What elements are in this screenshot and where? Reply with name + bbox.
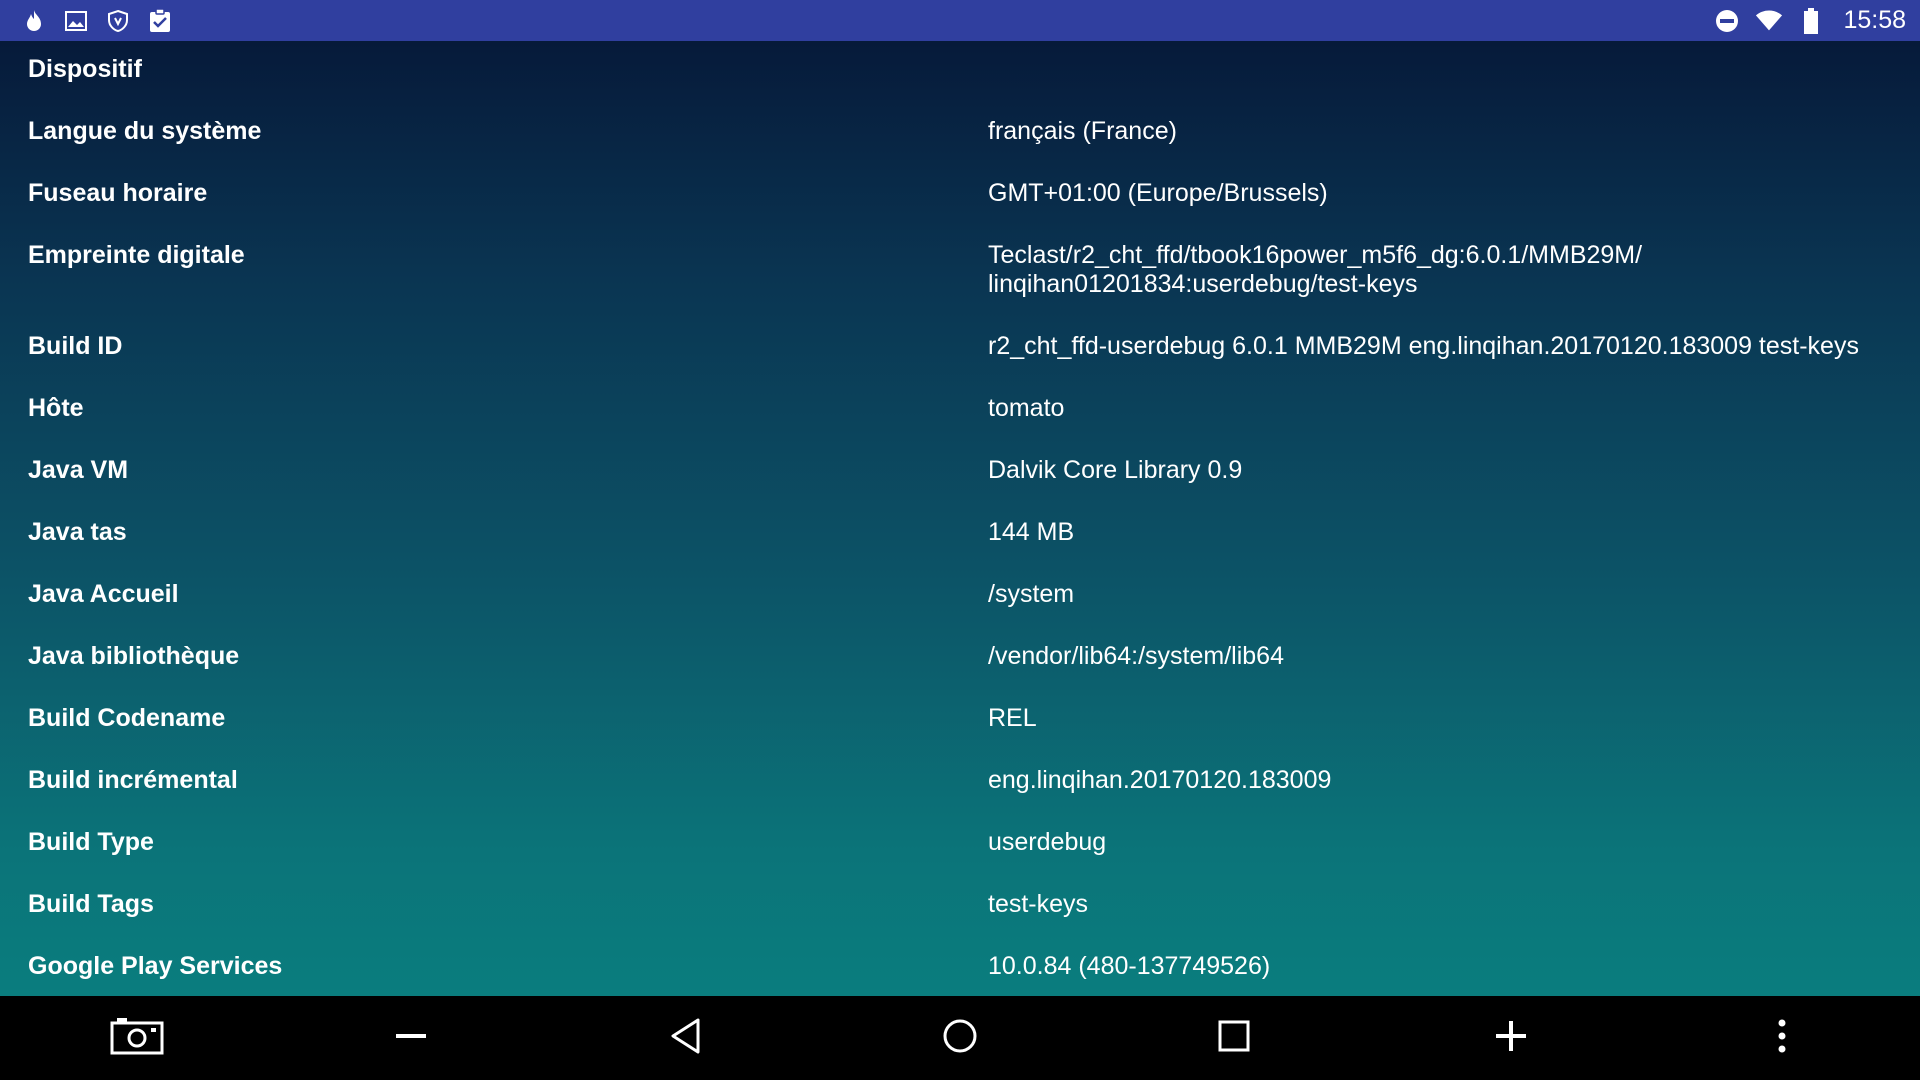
info-label: Java VM bbox=[28, 456, 129, 484]
info-label: Build incrémental bbox=[28, 766, 238, 794]
info-label: Hôte bbox=[28, 394, 84, 422]
info-value: Teclast/r2_cht_ffd/tbook16power_m5f6_dg:… bbox=[988, 241, 1643, 298]
more-vertical-icon bbox=[1776, 1018, 1788, 1059]
info-value: GMT+01:00 (Europe/Brussels) bbox=[988, 179, 1328, 207]
section-title: Dispositif bbox=[28, 55, 142, 83]
info-label: Java Accueil bbox=[28, 580, 179, 608]
clipboard-check-icon bbox=[146, 7, 174, 35]
info-value: r2_cht_ffd-userdebug 6.0.1 MMB29M eng.li… bbox=[988, 332, 1859, 360]
info-label: Build Tags bbox=[28, 890, 154, 918]
info-value: test-keys bbox=[988, 890, 1089, 918]
info-label: Build Type bbox=[28, 828, 154, 856]
recents-button[interactable] bbox=[1189, 996, 1279, 1080]
info-label: Langue du système bbox=[28, 117, 262, 145]
info-value: Dalvik Core Library 0.9 bbox=[988, 456, 1243, 484]
battery-icon bbox=[1797, 7, 1825, 35]
info-value: /vendor/lib64:/system/lib64 bbox=[988, 642, 1284, 670]
info-value: userdebug bbox=[988, 828, 1107, 856]
volume-down-button[interactable] bbox=[366, 996, 456, 1080]
info-label: Google Play Services bbox=[28, 952, 283, 980]
status-bar: 15:58 bbox=[0, 0, 1920, 41]
more-options-button[interactable] bbox=[1737, 996, 1827, 1080]
volume-up-icon bbox=[1494, 1019, 1528, 1058]
info-value: tomato bbox=[988, 394, 1065, 422]
shield-icon bbox=[104, 7, 132, 35]
home-button[interactable] bbox=[915, 996, 1005, 1080]
system-indicators: 15:58 bbox=[1713, 6, 1906, 35]
info-value: 10.0.84 (480-137749526) bbox=[988, 952, 1271, 980]
status-clock: 15:58 bbox=[1843, 6, 1906, 34]
volume-up-button[interactable] bbox=[1466, 996, 1556, 1080]
navigation-bar bbox=[0, 996, 1920, 1080]
back-button[interactable] bbox=[641, 996, 731, 1080]
screenshot-button[interactable] bbox=[92, 996, 182, 1080]
info-label: Build Codename bbox=[28, 704, 226, 732]
info-label: Java bibliothèque bbox=[28, 642, 240, 670]
flame-icon bbox=[20, 7, 48, 35]
info-label: Empreinte digitale bbox=[28, 241, 245, 269]
notification-icons bbox=[20, 7, 174, 35]
recents-icon bbox=[1217, 1019, 1251, 1058]
info-value: eng.linqihan.20170120.183009 bbox=[988, 766, 1332, 794]
info-value: français (France) bbox=[988, 117, 1177, 145]
info-value: REL bbox=[988, 704, 1037, 732]
info-label: Fuseau horaire bbox=[28, 179, 208, 207]
volume-down-icon bbox=[394, 1019, 428, 1058]
info-value: /system bbox=[988, 580, 1075, 608]
wifi-icon bbox=[1755, 7, 1783, 35]
image-icon bbox=[62, 7, 90, 35]
screenshot-icon bbox=[109, 1016, 165, 1061]
info-value: 144 MB bbox=[988, 518, 1075, 546]
info-label: Java tas bbox=[28, 518, 127, 546]
device-info-panel: Dispositif Langue du système français (F… bbox=[0, 41, 1920, 996]
info-label: Build ID bbox=[28, 332, 123, 360]
home-icon bbox=[941, 1017, 979, 1060]
do-not-disturb-icon bbox=[1713, 7, 1741, 35]
back-icon bbox=[669, 1017, 703, 1060]
